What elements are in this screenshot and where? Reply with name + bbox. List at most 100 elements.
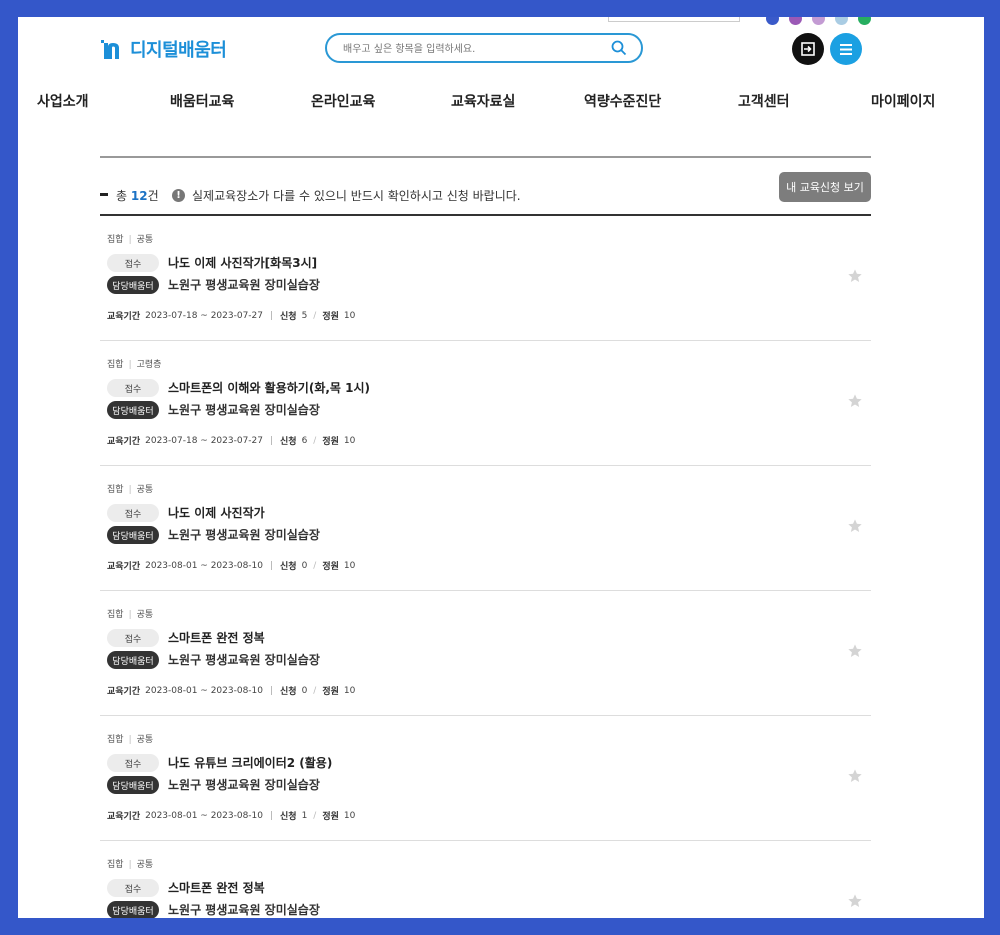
period-label: 교육기간: [107, 684, 140, 697]
applied-label: 신청: [280, 809, 297, 822]
search-input[interactable]: [341, 39, 605, 59]
theme-dot[interactable]: [835, 17, 848, 25]
applied-value: 0: [302, 686, 308, 696]
course-item[interactable]: 집합|공통 접수 스마트폰 완전 정복 담당배움터 노원구 평생교육원 장미실습…: [100, 591, 871, 716]
login-button[interactable]: [792, 33, 824, 65]
course-type: 집합: [107, 610, 124, 620]
course-meta: 교육기간2023-08-01 ~ 2023-08-10 신청0 / 정원10: [107, 684, 355, 697]
nav-item-mypage[interactable]: 마이페이지: [871, 91, 935, 111]
applied-label: 신청: [280, 684, 297, 697]
nav-item-learning[interactable]: 배움터교육: [170, 91, 234, 111]
star-icon[interactable]: [847, 268, 863, 284]
status-badge: 접수: [107, 504, 159, 522]
nav-item-diagnosis[interactable]: 역량수준진단: [584, 91, 661, 111]
menu-button[interactable]: [830, 33, 862, 65]
capacity-value: 10: [344, 311, 355, 321]
capacity-label: 정원: [322, 309, 339, 322]
search-icon[interactable]: [611, 40, 627, 56]
applied-label: 신청: [280, 434, 297, 447]
period-label: 교육기간: [107, 809, 140, 822]
capacity-value: 10: [344, 436, 355, 446]
capacity-value: 10: [344, 811, 355, 821]
theme-dot[interactable]: [766, 17, 779, 25]
status-badge: 접수: [107, 629, 159, 647]
course-title[interactable]: 스마트폰 완전 정복: [168, 629, 265, 647]
applied-label: 신청: [280, 309, 297, 322]
hamburger-icon: [840, 44, 852, 55]
course-item[interactable]: 집합|공통 접수 나도 유튜브 크리에이터2 (활용) 담당배움터 노원구 평생…: [100, 716, 871, 841]
course-place: 노원구 평생교육원 장미실습장: [168, 526, 320, 544]
course-title[interactable]: 나도 유튜브 크리에이터2 (활용): [168, 754, 332, 772]
course-title[interactable]: 나도 이제 사진작가[화목3시]: [168, 254, 317, 272]
nav-item-support[interactable]: 고객센터: [738, 91, 790, 111]
course-tags: 집합|고령층: [107, 357, 161, 370]
site-logo[interactable]: 디지털배움터: [100, 36, 226, 62]
main-nav: 사업소개 배움터교육 온라인교육 교육자료실 역량수준진단 고객센터 마이페이지: [18, 91, 984, 115]
course-audience: 고령층: [137, 360, 162, 370]
course-item[interactable]: 집합|고령층 접수 스마트폰의 이해와 활용하기(화,목 1시) 담당배움터 노…: [100, 341, 871, 466]
period-value: 2023-08-01 ~ 2023-08-10: [145, 561, 263, 571]
course-place: 노원구 평생교육원 장미실습장: [168, 776, 320, 794]
course-meta: 교육기간2023-07-18 ~ 2023-07-27 신청5 / 정원10: [107, 309, 355, 322]
period-label: 교육기간: [107, 309, 140, 322]
theme-dot[interactable]: [789, 17, 802, 25]
course-meta: 교육기간2023-08-01 ~ 2023-08-10 신청1 / 정원10: [107, 809, 355, 822]
info-icon: !: [172, 189, 185, 202]
course-place: 노원구 평생교육원 장미실습장: [168, 901, 320, 918]
course-audience: 공통: [137, 610, 154, 620]
period-label: 교육기간: [107, 434, 140, 447]
period-value: 2023-08-01 ~ 2023-08-10: [145, 811, 263, 821]
course-type: 집합: [107, 860, 124, 870]
course-place: 노원구 평생교육원 장미실습장: [168, 276, 320, 294]
capacity-value: 10: [344, 686, 355, 696]
course-title[interactable]: 스마트폰 완전 정복: [168, 879, 265, 897]
course-audience: 공통: [137, 860, 154, 870]
course-audience: 공통: [137, 235, 154, 245]
applied-value: 5: [302, 311, 308, 321]
capacity-label: 정원: [322, 559, 339, 572]
course-type: 집합: [107, 735, 124, 745]
applied-label: 신청: [280, 559, 297, 572]
org-badge: 담당배움터: [107, 276, 159, 294]
capacity-value: 10: [344, 561, 355, 571]
course-type: 집합: [107, 235, 124, 245]
course-place: 노원구 평생교육원 장미실습장: [168, 401, 320, 419]
search-box: [325, 33, 643, 63]
nav-item-about[interactable]: 사업소개: [37, 91, 89, 111]
star-icon[interactable]: [847, 893, 863, 909]
course-item[interactable]: 집합|공통 접수 나도 이제 사진작가[화목3시] 담당배움터 노원구 평생교육…: [100, 216, 871, 341]
status-badge: 접수: [107, 379, 159, 397]
course-tags: 집합|공통: [107, 857, 153, 870]
course-audience: 공통: [137, 735, 154, 745]
course-item[interactable]: 집합|공통 접수 나도 이제 사진작가 담당배움터 노원구 평생교육원 장미실습…: [100, 466, 871, 591]
course-tags: 집합|공통: [107, 607, 153, 620]
star-icon[interactable]: [847, 643, 863, 659]
course-list: 집합|공통 접수 나도 이제 사진작가[화목3시] 담당배움터 노원구 평생교육…: [100, 216, 871, 918]
capacity-label: 정원: [322, 434, 339, 447]
period-value: 2023-08-01 ~ 2023-08-10: [145, 686, 263, 696]
org-badge: 담당배움터: [107, 901, 159, 918]
color-theme-dots: [766, 17, 871, 25]
org-badge: 담당배움터: [107, 776, 159, 794]
star-icon[interactable]: [847, 768, 863, 784]
course-place: 노원구 평생교육원 장미실습장: [168, 651, 320, 669]
nav-item-resources[interactable]: 교육자료실: [451, 91, 515, 111]
course-meta: 교육기간2023-07-18 ~ 2023-07-27 신청6 / 정원10: [107, 434, 355, 447]
capacity-label: 정원: [322, 809, 339, 822]
course-tags: 집합|공통: [107, 732, 153, 745]
org-badge: 담당배움터: [107, 401, 159, 419]
period-label: 교육기간: [107, 559, 140, 572]
course-title[interactable]: 나도 이제 사진작가: [168, 504, 265, 522]
course-item[interactable]: 집합|공통 접수 스마트폰 완전 정복 담당배움터 노원구 평생교육원 장미실습…: [100, 841, 871, 918]
course-meta: 교육기간2023-08-01 ~ 2023-08-10 신청0 / 정원10: [107, 559, 355, 572]
theme-dot[interactable]: [858, 17, 871, 25]
theme-dot[interactable]: [812, 17, 825, 25]
course-title[interactable]: 스마트폰의 이해와 활용하기(화,목 1시): [168, 379, 370, 397]
my-applications-button[interactable]: 내 교육신청 보기: [779, 172, 871, 202]
page: 디지털배움터 사업소개 배움터교육 온라인교육 교육자료실 역량수준진단 고객센…: [18, 17, 984, 918]
login-icon: [801, 42, 815, 56]
star-icon[interactable]: [847, 393, 863, 409]
nav-item-online[interactable]: 온라인교육: [311, 91, 375, 111]
star-icon[interactable]: [847, 518, 863, 534]
notice: ! 실제교육장소가 다를 수 있으니 반드시 확인하시고 신청 바랍니다.: [172, 187, 521, 204]
